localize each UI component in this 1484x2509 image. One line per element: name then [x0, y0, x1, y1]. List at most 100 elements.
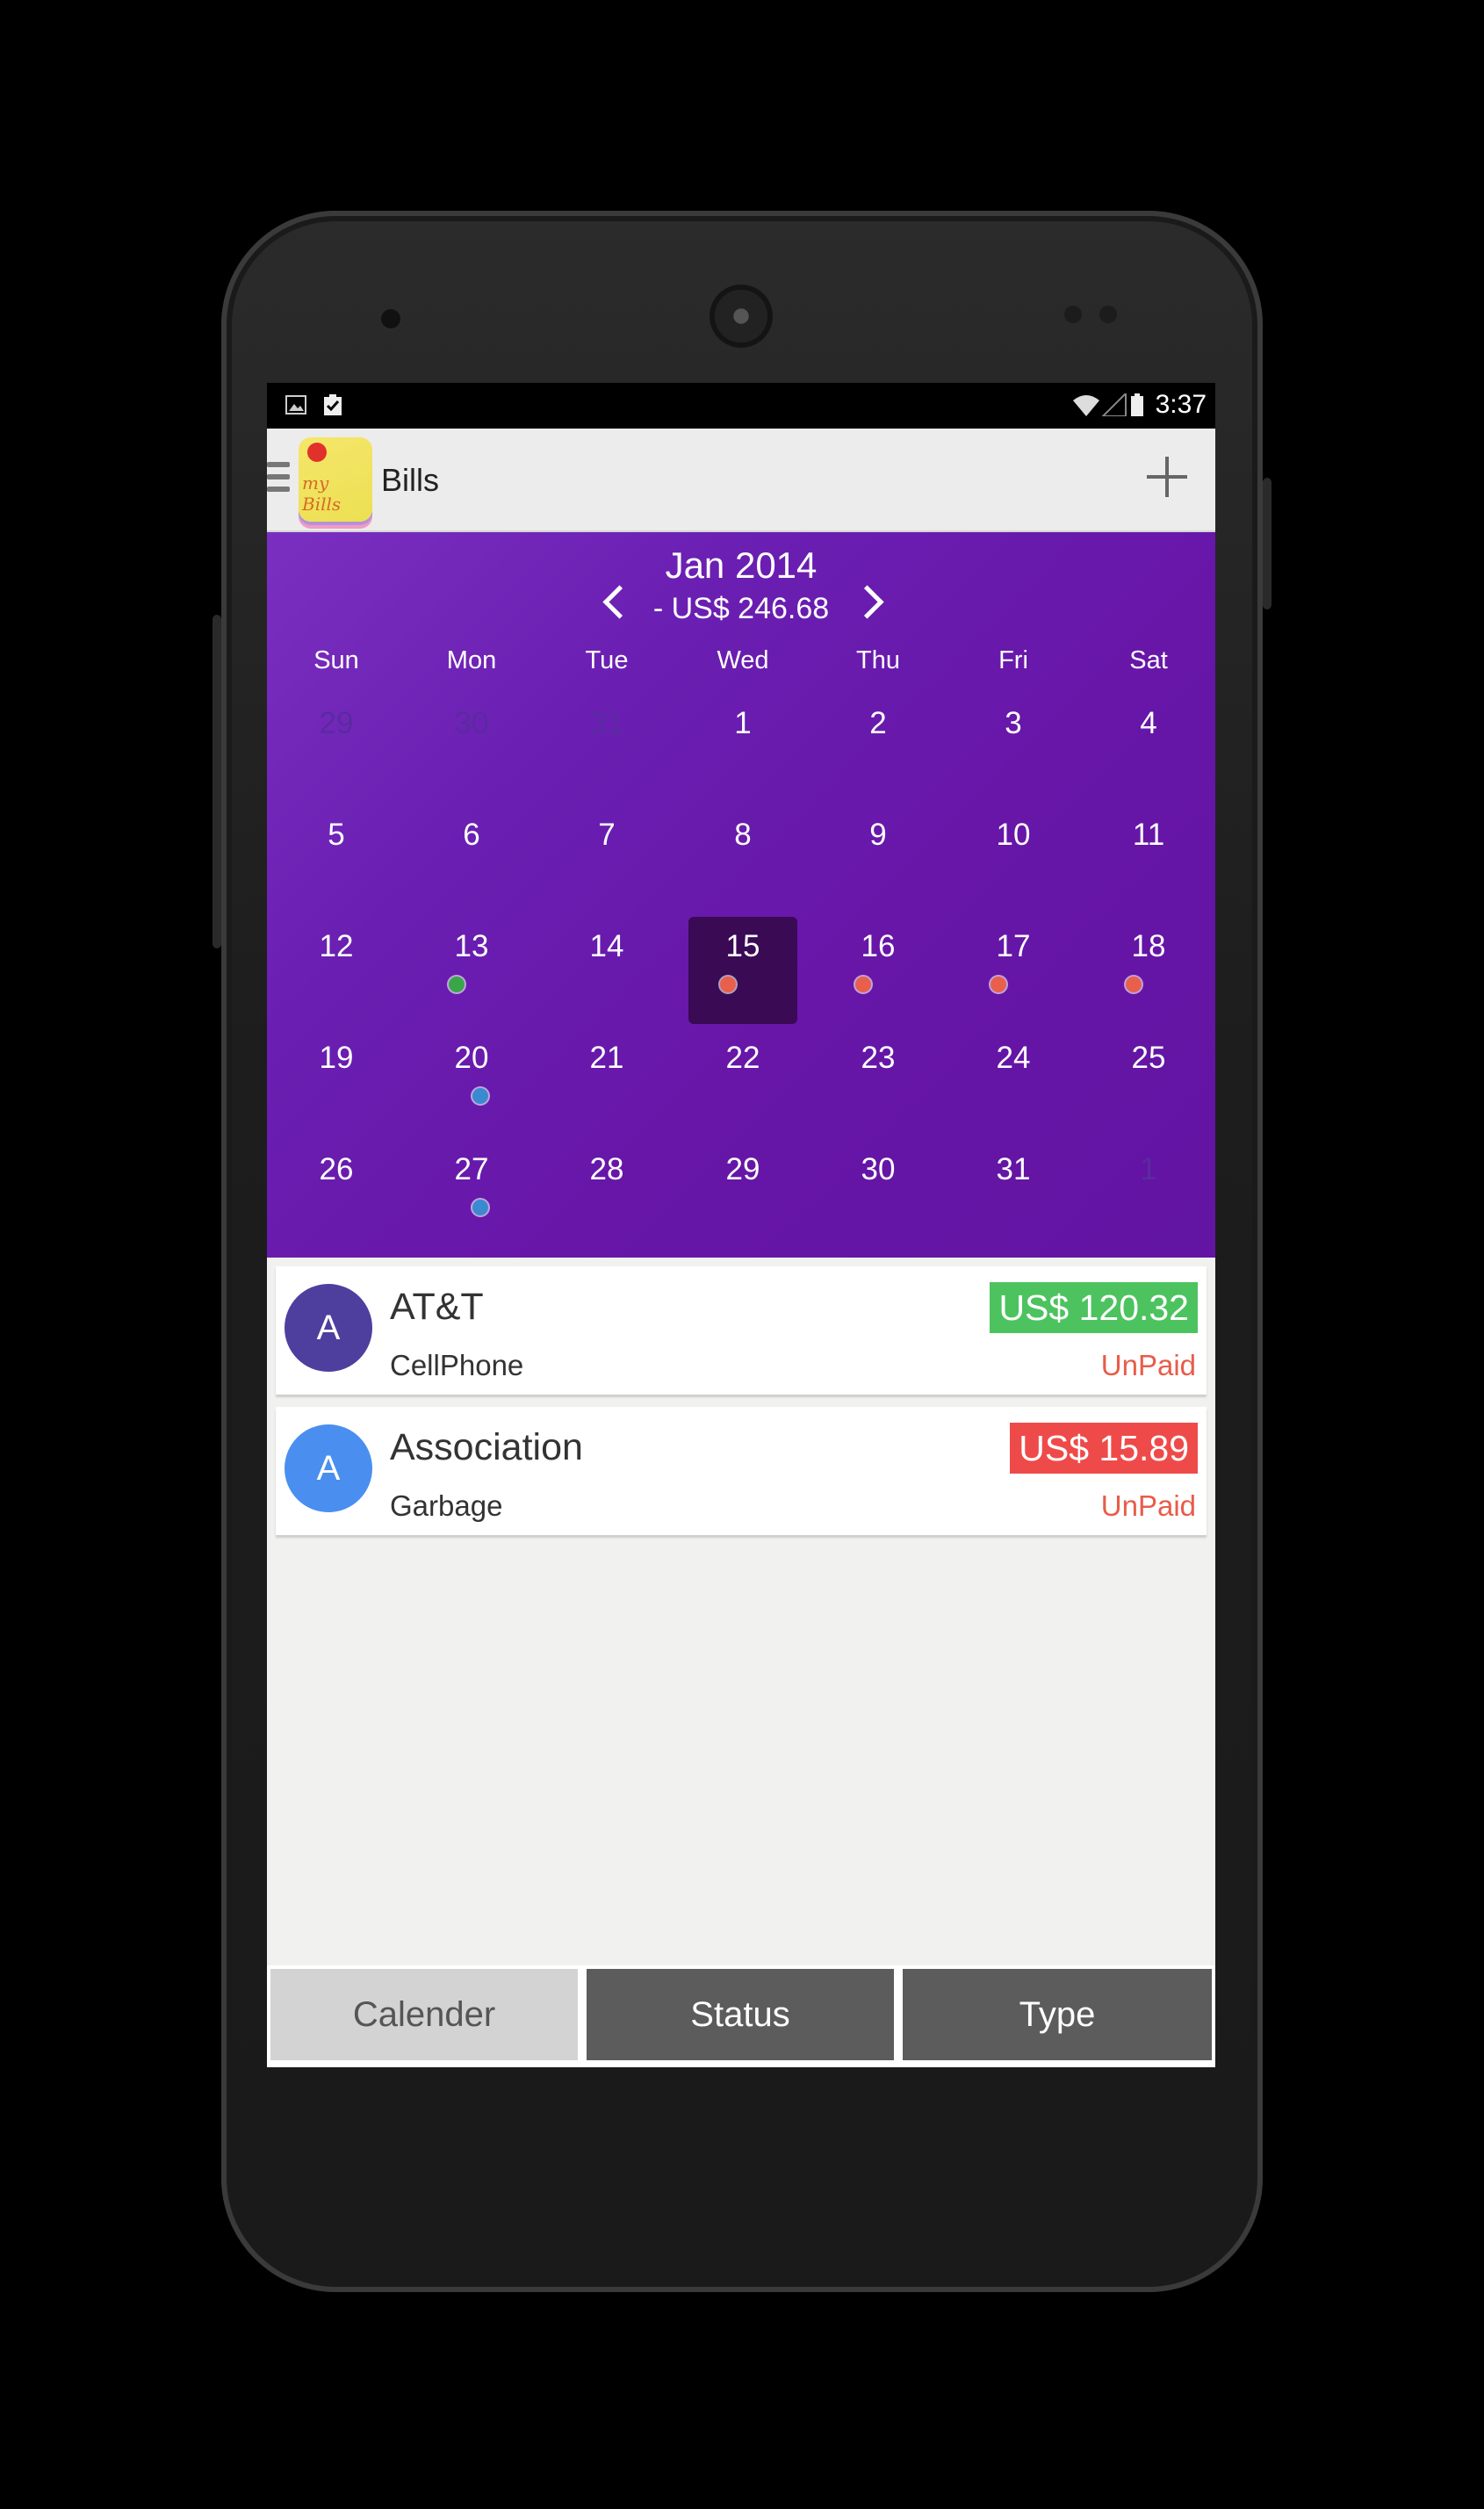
calendar-day[interactable]: 18 — [1094, 917, 1203, 1024]
volume-button[interactable] — [213, 615, 221, 948]
calendar-day[interactable]: 6 — [417, 805, 526, 912]
calendar: Jan 2014 - US$ 246.68 Sun Mon Tue Wed Thu Fri… — [267, 532, 1215, 1258]
bill-marker-dot — [720, 977, 736, 992]
weekday-label: Thu — [856, 646, 900, 674]
signal-icon — [1101, 393, 1127, 416]
day-number: 2 — [869, 706, 887, 740]
sensor-icon — [1064, 306, 1082, 323]
bill-marker-dot — [472, 1200, 488, 1215]
day-number: 31 — [996, 1152, 1031, 1186]
calendar-day[interactable]: 1 — [1094, 1140, 1203, 1247]
calendar-day[interactable]: 25 — [1094, 1028, 1203, 1136]
calendar-day[interactable]: 16 — [824, 917, 933, 1024]
calendar-day[interactable]: 11 — [1094, 805, 1203, 912]
speaker-grille-icon — [715, 290, 767, 342]
calendar-day[interactable]: 1 — [688, 694, 797, 801]
calendar-day[interactable]: 31 — [959, 1140, 1068, 1247]
bill-marker-dot — [855, 977, 871, 992]
bill-marker-dot — [449, 977, 465, 992]
day-number: 7 — [598, 818, 616, 852]
day-number: 13 — [454, 929, 489, 963]
menu-icon[interactable] — [267, 462, 290, 499]
calendar-day[interactable]: 5 — [282, 805, 391, 912]
calendar-day[interactable]: 30 — [417, 694, 526, 801]
calendar-day[interactable]: 20 — [417, 1028, 526, 1136]
calendar-day[interactable]: 22 — [688, 1028, 797, 1136]
day-number: 5 — [328, 818, 345, 852]
calendar-day[interactable]: 29 — [282, 694, 391, 801]
day-number: 30 — [861, 1152, 896, 1186]
calendar-day[interactable]: 8 — [688, 805, 797, 912]
calendar-day[interactable]: 9 — [824, 805, 933, 912]
day-number: 29 — [725, 1152, 760, 1186]
calendar-day[interactable]: 19 — [282, 1028, 391, 1136]
bill-marker-dot — [472, 1088, 488, 1104]
day-number: 1 — [1140, 1152, 1157, 1186]
status-bar: 3:37 — [267, 383, 1215, 429]
avatar: A — [285, 1284, 372, 1372]
day-number: 24 — [996, 1041, 1031, 1075]
tab-type[interactable]: Type — [903, 1969, 1212, 2060]
add-bill-button[interactable] — [1145, 455, 1189, 499]
calendar-day[interactable]: 24 — [959, 1028, 1068, 1136]
calendar-day[interactable]: 13 — [417, 917, 526, 1024]
day-number: 1 — [734, 706, 752, 740]
calendar-day[interactable]: 4 — [1094, 694, 1203, 801]
bill-marker-dot — [991, 977, 1006, 992]
day-number: 16 — [861, 929, 896, 963]
day-number: 25 — [1131, 1041, 1166, 1075]
bill-card[interactable]: A Association Garbage US$ 15.89 UnPaid — [276, 1407, 1207, 1535]
day-number: 3 — [1005, 706, 1022, 740]
bill-category: Garbage — [390, 1489, 503, 1522]
day-number: 17 — [996, 929, 1031, 963]
day-number: 22 — [725, 1041, 760, 1075]
calendar-day[interactable]: 17 — [959, 917, 1068, 1024]
calendar-day[interactable]: 31 — [552, 694, 661, 801]
calendar-day[interactable]: 12 — [282, 917, 391, 1024]
month-total: - US$ 246.68 — [652, 592, 830, 625]
day-number: 29 — [319, 706, 354, 740]
day-number: 30 — [454, 706, 489, 740]
calendar-day[interactable]: 10 — [959, 805, 1068, 912]
weekday-label: Fri — [998, 646, 1028, 674]
day-number: 20 — [454, 1041, 489, 1075]
calendar-day[interactable]: 2 — [824, 694, 933, 801]
bill-status: UnPaid — [1100, 1349, 1196, 1381]
day-number: 23 — [861, 1041, 896, 1075]
calendar-day[interactable]: 3 — [959, 694, 1068, 801]
app-bar: my Bills Bills — [267, 429, 1215, 532]
calendar-day[interactable]: 23 — [824, 1028, 933, 1136]
calendar-month: Jan 2014 — [665, 544, 818, 586]
calendar-day[interactable]: 21 — [552, 1028, 661, 1136]
weekday-label: Sun — [313, 646, 359, 674]
calendar-day[interactable]: 27 — [417, 1140, 526, 1247]
calendar-day-selected[interactable]: 15 — [688, 917, 797, 1024]
bottom-tab-bar: Calender Status Type — [267, 1965, 1215, 2067]
day-number: 18 — [1131, 929, 1166, 963]
logo-text: my Bills — [302, 472, 342, 515]
tab-status[interactable]: Status — [587, 1969, 894, 2060]
day-number: 15 — [725, 929, 760, 963]
calendar-day[interactable]: 14 — [552, 917, 661, 1024]
calendar-day[interactable]: 7 — [552, 805, 661, 912]
bill-card[interactable]: A AT&T CellPhone US$ 120.32 UnPaid — [276, 1266, 1207, 1395]
power-button[interactable] — [1263, 478, 1271, 609]
day-number: 10 — [996, 818, 1031, 852]
app-screen: 3:37 my Bills Bills Jan 2014 - US$ 246.6… — [267, 383, 1215, 2067]
weekday-label: Sat — [1129, 646, 1168, 674]
day-number: 11 — [1132, 818, 1165, 852]
day-number: 31 — [589, 706, 624, 740]
weekday-label: Wed — [717, 646, 769, 674]
day-number: 6 — [463, 818, 480, 852]
calendar-day[interactable]: 26 — [282, 1140, 391, 1247]
bill-category: CellPhone — [390, 1349, 524, 1381]
tab-calender[interactable]: Calender — [270, 1969, 578, 2060]
calendar-day[interactable]: 30 — [824, 1140, 933, 1247]
calendar-day[interactable]: 28 — [552, 1140, 661, 1247]
day-number: 19 — [319, 1041, 354, 1075]
app-logo[interactable]: my Bills — [299, 437, 372, 522]
bill-status: UnPaid — [1100, 1489, 1196, 1522]
bill-amount: US$ 120.32 — [990, 1282, 1198, 1333]
calendar-day[interactable]: 29 — [688, 1140, 797, 1247]
battery-icon — [1131, 393, 1143, 416]
